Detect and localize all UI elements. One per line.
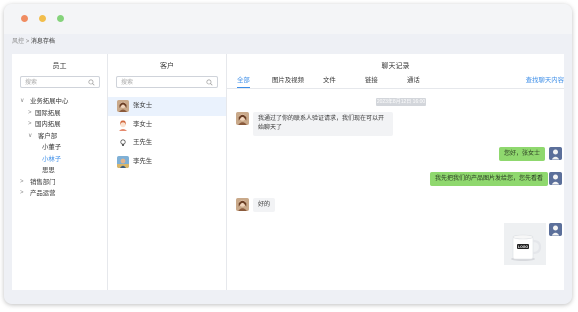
message-bubble-incoming[interactable]: 我通过了你的联系人验证请求，我们现在可以开 始聊天了 <box>253 112 393 136</box>
customer-avatar-icon[interactable] <box>236 112 249 125</box>
minimize-window-button[interactable] <box>39 15 46 22</box>
tab-calls[interactable]: 通话 <box>407 75 420 88</box>
employee-search[interactable] <box>20 76 100 88</box>
employee-column: 员工 ∨ 业务拓展中心 > 国际拓展 > 国内拓展 ∨ <box>12 54 108 290</box>
employee-avatar-icon[interactable] <box>549 147 562 160</box>
department-tree: ∨ 业务拓展中心 > 国际拓展 > 国内拓展 ∨ 客户部 小董子 小林子 思思 … <box>20 96 106 200</box>
chevron-down-icon[interactable]: ∨ <box>20 96 24 108</box>
chevron-right-icon[interactable]: > <box>28 119 32 131</box>
tree-node-sales[interactable]: > 销售部门 <box>20 177 106 189</box>
tree-node-employee[interactable]: 小董子 <box>20 142 106 154</box>
chevron-right-icon[interactable]: > <box>20 177 24 189</box>
tree-node-label: 国内拓展 <box>35 121 61 128</box>
breadcrumb: 风控 > 消息存档 <box>12 37 55 47</box>
chat-column: 聊天记录 全部 图片及视频 文件 链接 通话 查找聊天内容 2023年8月12日… <box>227 54 564 290</box>
customer-list: 张女士 李女士 王先生 李先生 <box>108 97 226 171</box>
maximize-window-button[interactable] <box>57 15 64 22</box>
tree-node-product-ops[interactable]: > 产品运营 <box>20 188 106 200</box>
customer-item[interactable]: 王先生 <box>108 134 226 153</box>
message-bubble-outgoing[interactable]: 您好，张女士 <box>499 147 546 161</box>
search-icon[interactable] <box>206 79 213 86</box>
tree-node-employee[interactable]: 思思 <box>20 165 106 177</box>
tab-links[interactable]: 链接 <box>365 75 378 88</box>
tree-node-international[interactable]: > 国际拓展 <box>20 108 106 120</box>
tree-node-label: 客户部 <box>38 132 58 140</box>
employee-avatar-icon[interactable] <box>549 172 562 185</box>
cartoon-avatar-woman-icon <box>117 118 129 131</box>
tree-node-customer-dept[interactable]: ∨ 客户部 <box>20 131 106 143</box>
tree-node-label: 销售部门 <box>30 178 56 186</box>
title-bar <box>4 4 572 34</box>
photo-avatar-man-icon <box>117 155 129 168</box>
customer-item-selected[interactable]: 张女士 <box>108 97 226 116</box>
tab-images-videos[interactable]: 图片及视频 <box>272 75 304 88</box>
message-line: 始聊天了 <box>258 125 283 131</box>
tree-node-label: 产品运营 <box>30 190 56 197</box>
lightbulb-icon <box>117 137 129 149</box>
customer-item[interactable]: 李女士 <box>108 116 226 135</box>
tree-node-business-center[interactable]: ∨ 业务拓展中心 <box>20 96 106 108</box>
search-icon[interactable] <box>88 79 95 86</box>
employee-avatar-icon[interactable] <box>549 223 562 236</box>
customer-name: 李先生 <box>133 157 153 165</box>
search-chat-content-link[interactable]: 查找聊天内容 <box>526 75 564 88</box>
employee-search-input[interactable] <box>25 78 80 87</box>
tree-node-label: 小林子 <box>42 155 62 163</box>
date-divider: 2023年8月12日 16:00 <box>376 98 426 106</box>
customer-name: 王先生 <box>133 139 153 146</box>
message-line: 我通过了你的联系人验证请求，我们现在可以开 <box>258 116 385 122</box>
customer-column-title: 客户 <box>160 63 174 70</box>
customer-search[interactable] <box>116 76 218 88</box>
chat-column-title: 聊天记录 <box>381 63 410 70</box>
chevron-right-icon[interactable]: > <box>20 188 24 200</box>
mug-image: LOGO <box>504 223 546 265</box>
customer-name: 李女士 <box>133 120 153 128</box>
chat-tabs: 全部 图片及视频 文件 链接 通话 查找聊天内容 <box>227 75 564 89</box>
breadcrumb-current: 消息存档 <box>30 39 55 45</box>
tree-node-domestic[interactable]: > 国内拓展 <box>20 119 106 131</box>
tree-node-label: 思思 <box>42 167 55 174</box>
tree-node-label: 小董子 <box>42 144 62 151</box>
customer-name: 张女士 <box>133 102 153 109</box>
main-panel: 员工 ∨ 业务拓展中心 > 国际拓展 > 国内拓展 ∨ <box>12 54 564 290</box>
message-bubble-outgoing[interactable]: 我先把我们的产品图片发给您，您先看看 <box>430 172 549 186</box>
breadcrumb-separator: > <box>25 39 30 45</box>
close-window-button[interactable] <box>21 15 28 22</box>
breadcrumb-parent[interactable]: 风控 <box>12 39 24 45</box>
chevron-down-icon[interactable]: ∨ <box>28 131 32 143</box>
customer-avatar-icon[interactable] <box>236 198 249 211</box>
photo-avatar-woman-icon <box>117 100 129 112</box>
tree-node-label: 业务拓展中心 <box>30 98 69 105</box>
chevron-right-icon[interactable]: > <box>28 108 32 120</box>
message-bubble-incoming[interactable]: 好的 <box>253 198 276 212</box>
employee-column-title: 员工 <box>52 63 67 70</box>
tree-node-label: 国际拓展 <box>35 109 61 117</box>
customer-column: 客户 张女士 李女士 <box>108 54 227 290</box>
tab-all[interactable]: 全部 <box>237 75 250 88</box>
customer-search-input[interactable] <box>121 78 191 87</box>
mug-logo-text: LOGO <box>518 245 528 249</box>
tree-node-employee-selected[interactable]: 小林子 <box>20 154 106 166</box>
customer-item[interactable]: 李先生 <box>108 153 226 172</box>
tab-files[interactable]: 文件 <box>323 75 336 88</box>
product-image-message[interactable]: LOGO <box>504 223 546 265</box>
app-window: 风控 > 消息存档 员工 ∨ 业务拓展中心 > 国际拓展 > <box>4 4 572 304</box>
